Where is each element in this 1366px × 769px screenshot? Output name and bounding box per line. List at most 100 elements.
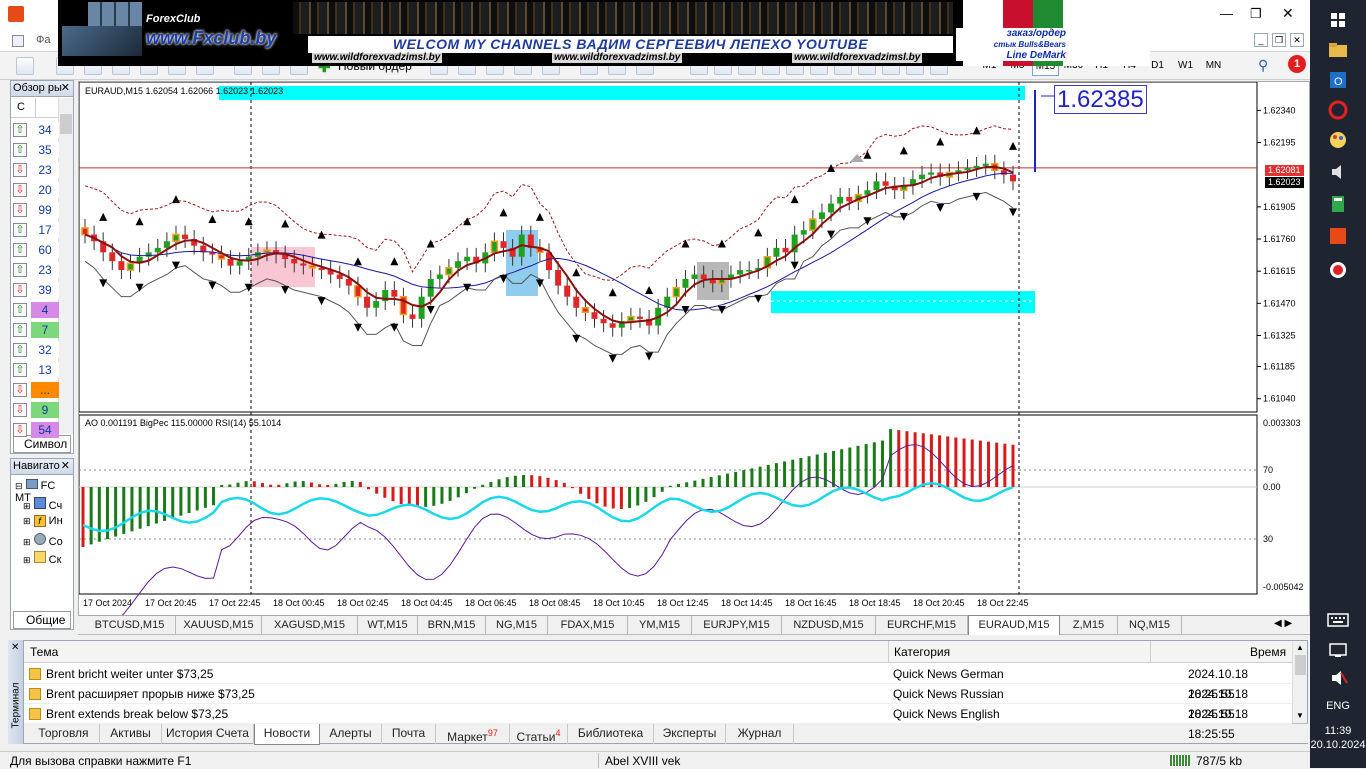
- terminal-tab[interactable]: Эксперты: [654, 724, 726, 744]
- market-watch-row[interactable]: ⇧ 17: [11, 220, 69, 240]
- terminal-tab-label: Алерты: [329, 726, 372, 740]
- banner-url-1[interactable]: www.wildforexvadzimsl.by: [312, 52, 443, 63]
- notification-badge[interactable]: 1: [1288, 55, 1306, 73]
- news-row[interactable]: Brent extends break below $73,25 Quick Ne…: [24, 704, 1292, 741]
- terminal-tab[interactable]: Статьи4: [510, 724, 568, 744]
- nav-item-accounts[interactable]: ⊞ Сч: [23, 497, 62, 515]
- price-tick-label: 1.61615: [1263, 266, 1296, 276]
- terminal-tab[interactable]: Новости: [254, 724, 320, 745]
- outlook-icon[interactable]: O: [1324, 66, 1352, 94]
- market-watch-row[interactable]: ⇧ 60: [11, 240, 69, 260]
- news-row[interactable]: Brent bricht weiter unter $73,25 Quick Ne…: [24, 664, 1292, 701]
- symbol-tab[interactable]: EURAUD,M15: [968, 615, 1060, 635]
- symbol-tab[interactable]: EURJPY,M15: [692, 616, 782, 635]
- market-watch-row[interactable]: ⇧ 7: [11, 320, 69, 340]
- banner-url-3[interactable]: www.wildforexvadzimsl.by: [792, 52, 923, 63]
- terminal-close-icon[interactable]: ✕: [11, 642, 19, 653]
- timeframe-mn[interactable]: MN: [1200, 56, 1227, 76]
- symbol-tab[interactable]: YM,M15: [628, 616, 692, 635]
- terminal-tab[interactable]: Почта: [382, 724, 436, 744]
- minimize-icon[interactable]: —: [1220, 6, 1233, 21]
- nav-item-indicators[interactable]: ⊞ f Ин: [23, 515, 63, 533]
- navigator-tab[interactable]: Общие: [13, 611, 71, 629]
- speaker-icon[interactable]: [1324, 158, 1352, 186]
- symbol-tab[interactable]: XAGUSD,M15: [262, 616, 358, 635]
- market-watch-col-symbol[interactable]: C: [17, 101, 25, 113]
- market-watch-row[interactable]: ⇧ 34: [11, 120, 69, 140]
- calculator-icon[interactable]: [1324, 190, 1352, 218]
- price-chart[interactable]: 1.62340 1.62195 1.61905 1.61760 1.61615 1.614…: [79, 82, 1309, 615]
- menu-file[interactable]: Фа: [36, 34, 50, 46]
- terminal-tab[interactable]: История Счета: [162, 724, 254, 744]
- market-watch-row[interactable]: ⇧ 4: [11, 300, 69, 320]
- nav-item-fc[interactable]: ⊟ FC MT: [15, 479, 73, 504]
- windows-grid-icon[interactable]: [1324, 6, 1352, 34]
- col-category[interactable]: Категория: [894, 645, 950, 659]
- symbol-tab[interactable]: BTCUSD,M15: [84, 616, 176, 635]
- terminal-tab[interactable]: Библиотека: [568, 724, 654, 744]
- network-icon[interactable]: [1324, 636, 1352, 664]
- terminal-tab[interactable]: Алерты: [320, 724, 382, 744]
- language-indicator[interactable]: ENG: [1310, 700, 1366, 712]
- terminal-scrollbar[interactable]: ▲ ▼: [1292, 641, 1307, 723]
- mdi-restore-icon[interactable]: ❐: [1272, 33, 1286, 47]
- scroll-down-icon[interactable]: ▼: [1296, 711, 1304, 720]
- chart-window[interactable]: 1.62340 1.62195 1.61905 1.61760 1.61615 1.614…: [78, 81, 1310, 616]
- tab-scroll-icon[interactable]: ◀ ▶: [1274, 618, 1292, 629]
- market-watch-row[interactable]: ⇩...: [11, 380, 69, 400]
- symbol-tab[interactable]: NQ,M15: [1118, 616, 1182, 635]
- symbol-tab[interactable]: EURCHF,M15: [876, 616, 968, 635]
- nav-item-advisors[interactable]: ⊞ Со: [23, 533, 63, 551]
- terminal-tab[interactable]: Журнал: [726, 724, 794, 744]
- symbol-tab[interactable]: NG,M15: [486, 616, 548, 635]
- market-watch-row[interactable]: ⇩ 9: [11, 400, 69, 420]
- symbol-tab[interactable]: NZDUSD,M15: [782, 616, 876, 635]
- news-row[interactable]: Brent расширяет прорыв ниже $73,25 Quick …: [24, 684, 1292, 721]
- banner-site[interactable]: www.Fxclub.by: [146, 28, 276, 49]
- status-profile[interactable]: Abel XVIII vek: [605, 753, 680, 769]
- market-watch-row[interactable]: ⇧ 35: [11, 140, 69, 160]
- terminal-tab[interactable]: Маркет97: [436, 724, 510, 744]
- market-watch-row[interactable]: ⇩ 23: [11, 160, 69, 180]
- record-icon[interactable]: [1324, 256, 1352, 284]
- mt4-icon[interactable]: [1324, 222, 1352, 250]
- volume-icon[interactable]: [1324, 664, 1352, 692]
- market-watch-value: 54: [31, 422, 59, 438]
- symbol-tab[interactable]: FDAX,M15: [548, 616, 628, 635]
- scroll-up-icon[interactable]: ▲: [1296, 643, 1304, 652]
- mdi-close-icon[interactable]: ✕: [1290, 33, 1304, 47]
- symbol-tab[interactable]: Z,M15: [1060, 616, 1118, 635]
- new-chart-icon[interactable]: [16, 57, 34, 75]
- keyboard-icon[interactable]: [1324, 606, 1352, 634]
- mdi-minimize-icon[interactable]: _: [1254, 33, 1268, 47]
- market-watch-row[interactable]: ⇧ 13: [11, 360, 69, 380]
- paint-icon[interactable]: [1324, 126, 1352, 154]
- clock[interactable]: 11:39 20.10.2024: [1310, 724, 1366, 752]
- symbol-tab[interactable]: BRN,M15: [418, 616, 486, 635]
- banner-url-2[interactable]: www.wildforexvadzimsl.by: [552, 52, 683, 63]
- market-watch-row[interactable]: ⇧ 23: [11, 260, 69, 280]
- terminal-tab-label: Эксперты: [662, 726, 717, 740]
- restore-icon[interactable]: ❐: [1250, 6, 1262, 22]
- nav-item-scripts[interactable]: ⊞ Ск: [23, 551, 61, 569]
- terminal-tab[interactable]: Активы: [100, 724, 162, 744]
- navigator-close-icon[interactable]: ✕: [61, 459, 70, 474]
- market-watch-row[interactable]: ⇩ 54: [11, 420, 69, 440]
- symbol-tab[interactable]: WT,M15: [358, 616, 418, 635]
- market-watch-row[interactable]: ⇩ 99: [11, 200, 69, 220]
- folder-icon[interactable]: [1324, 36, 1352, 64]
- scroll-thumb[interactable]: [1295, 655, 1306, 675]
- market-watch-close-icon[interactable]: ✕: [61, 81, 70, 96]
- market-watch-row[interactable]: ⇩ 39: [11, 280, 69, 300]
- timeframe-w1[interactable]: W1: [1172, 56, 1199, 76]
- ao-bar: [579, 487, 583, 494]
- market-watch-row[interactable]: ⇩ 20: [11, 180, 69, 200]
- search-icon[interactable]: ⚲: [1258, 57, 1268, 74]
- opera-icon[interactable]: [1324, 96, 1352, 124]
- close-icon[interactable]: ✕: [1282, 5, 1294, 22]
- col-topic[interactable]: Тема: [30, 645, 58, 659]
- symbol-tab[interactable]: XAUUSD,M15: [176, 616, 262, 635]
- col-time[interactable]: Время: [1250, 645, 1286, 659]
- terminal-tab[interactable]: Торговля: [28, 724, 100, 744]
- market-watch-row[interactable]: ⇧ 32: [11, 340, 69, 360]
